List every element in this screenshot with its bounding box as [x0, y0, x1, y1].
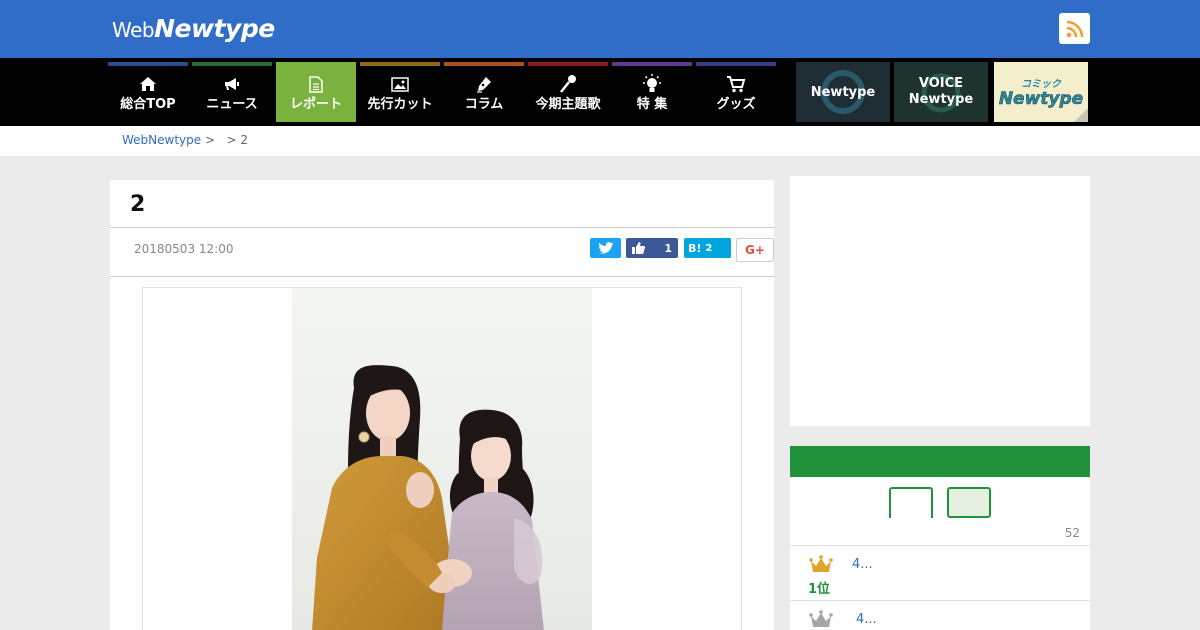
article-photo[interactable] — [292, 288, 592, 630]
ranking-tab-selected[interactable] — [947, 487, 991, 518]
site-logo[interactable]: Web Newtype — [112, 14, 275, 44]
lightbulb-icon — [643, 74, 661, 92]
nav-item-column[interactable]: コラム — [444, 62, 524, 122]
article-date: 20180503 12:00 — [134, 242, 234, 256]
thumbs-up-icon — [632, 242, 645, 254]
nav-label: 特 集 — [636, 97, 668, 112]
ranking-count: 52 — [1064, 526, 1080, 540]
page-curl-decoration — [1074, 108, 1088, 122]
nav-label: コラム — [464, 97, 504, 112]
breadcrumb-separator: > — [204, 133, 216, 147]
brand-label-top: VOICE — [918, 76, 964, 91]
microphone-icon — [560, 75, 576, 93]
brand-label: Newtype — [810, 84, 876, 100]
facebook-like-count: 1 — [664, 241, 672, 255]
photo-illustration — [292, 288, 592, 630]
image-icon — [391, 76, 409, 92]
googleplus-share-button[interactable]: G+ — [736, 238, 774, 262]
brand-label-bottom: Newtype — [908, 92, 974, 107]
googleplus-icon: G+ — [745, 243, 765, 257]
rss-button[interactable] — [1059, 13, 1090, 44]
twitter-share-button[interactable] — [590, 238, 621, 258]
ranking-widget: 52 1位 4... 4... — [790, 446, 1090, 630]
main-nav: 総合TOP ニュース レポート 先行カット コラム 今期主題歌 特 集 グッズ … — [0, 58, 1200, 126]
nav-label: 総合TOP — [120, 97, 176, 112]
brand-voice-newtype-banner[interactable]: VOICE Newtype — [894, 62, 988, 122]
pen-icon — [477, 76, 491, 93]
nav-label: 今期主題歌 — [535, 97, 601, 112]
nav-item-songs[interactable]: 今期主題歌 — [528, 62, 608, 122]
breadcrumb-current: 2 — [240, 133, 249, 147]
hatena-bookmark-button[interactable]: B! 2 — [684, 238, 731, 258]
divider — [110, 276, 774, 277]
nav-item-feature[interactable]: 特 集 — [612, 62, 692, 122]
nav-item-news[interactable]: ニュース — [192, 62, 272, 122]
rss-icon — [1066, 20, 1083, 37]
cart-icon — [727, 76, 746, 93]
article-photo-frame — [142, 287, 742, 630]
page-title: 2 — [130, 192, 146, 217]
breadcrumb: WebNewtype > > 2 — [122, 133, 248, 147]
breadcrumb-home-link[interactable]: WebNewtype — [122, 133, 201, 147]
document-icon — [309, 75, 323, 93]
nav-label: 先行カット — [367, 97, 433, 112]
nav-label: ニュース — [206, 97, 258, 112]
megaphone-icon — [225, 78, 239, 90]
ranking-tab[interactable] — [889, 487, 933, 518]
hatena-bookmark-count: 2 — [705, 242, 713, 254]
breadcrumb-separator: > — [226, 133, 237, 147]
silver-crown-icon — [809, 610, 833, 627]
divider — [790, 545, 1090, 546]
ranking-header — [790, 446, 1090, 477]
brand-comic-newtype-banner[interactable]: コミック Newtype — [994, 62, 1088, 122]
hatena-bookmark-icon: B! — [688, 241, 702, 255]
brand-label-bottom: Newtype — [998, 89, 1084, 109]
divider — [790, 600, 1090, 601]
site-header: Web Newtype — [0, 0, 1200, 58]
home-icon — [140, 77, 156, 91]
divider — [110, 227, 774, 228]
nav-label: レポート — [289, 97, 342, 112]
nav-label: グッズ — [716, 97, 756, 112]
nav-item-top[interactable]: 総合TOP — [108, 62, 188, 122]
facebook-like-button[interactable]: 1 — [626, 238, 678, 258]
brand-newtype-banner[interactable]: Newtype — [796, 62, 890, 122]
twitter-icon — [598, 242, 613, 254]
gold-crown-icon — [809, 555, 833, 572]
ranking-item-link[interactable]: 4... — [856, 612, 877, 627]
article-card: 2 20180503 12:00 1 B! 2 G+ — [110, 180, 774, 630]
nav-item-report[interactable]: レポート — [276, 62, 356, 122]
logo-newtype-text: Newtype — [154, 14, 275, 43]
nav-item-goods[interactable]: グッズ — [696, 62, 776, 122]
breadcrumb-bar: WebNewtype > > 2 — [0, 126, 1200, 156]
ranking-position: 1位 — [808, 582, 831, 597]
nav-item-precut[interactable]: 先行カット — [360, 62, 440, 122]
logo-web-text: Web — [112, 18, 155, 42]
sidebar-ad-slot[interactable] — [790, 176, 1090, 426]
ranking-item-link[interactable]: 4... — [852, 557, 873, 572]
